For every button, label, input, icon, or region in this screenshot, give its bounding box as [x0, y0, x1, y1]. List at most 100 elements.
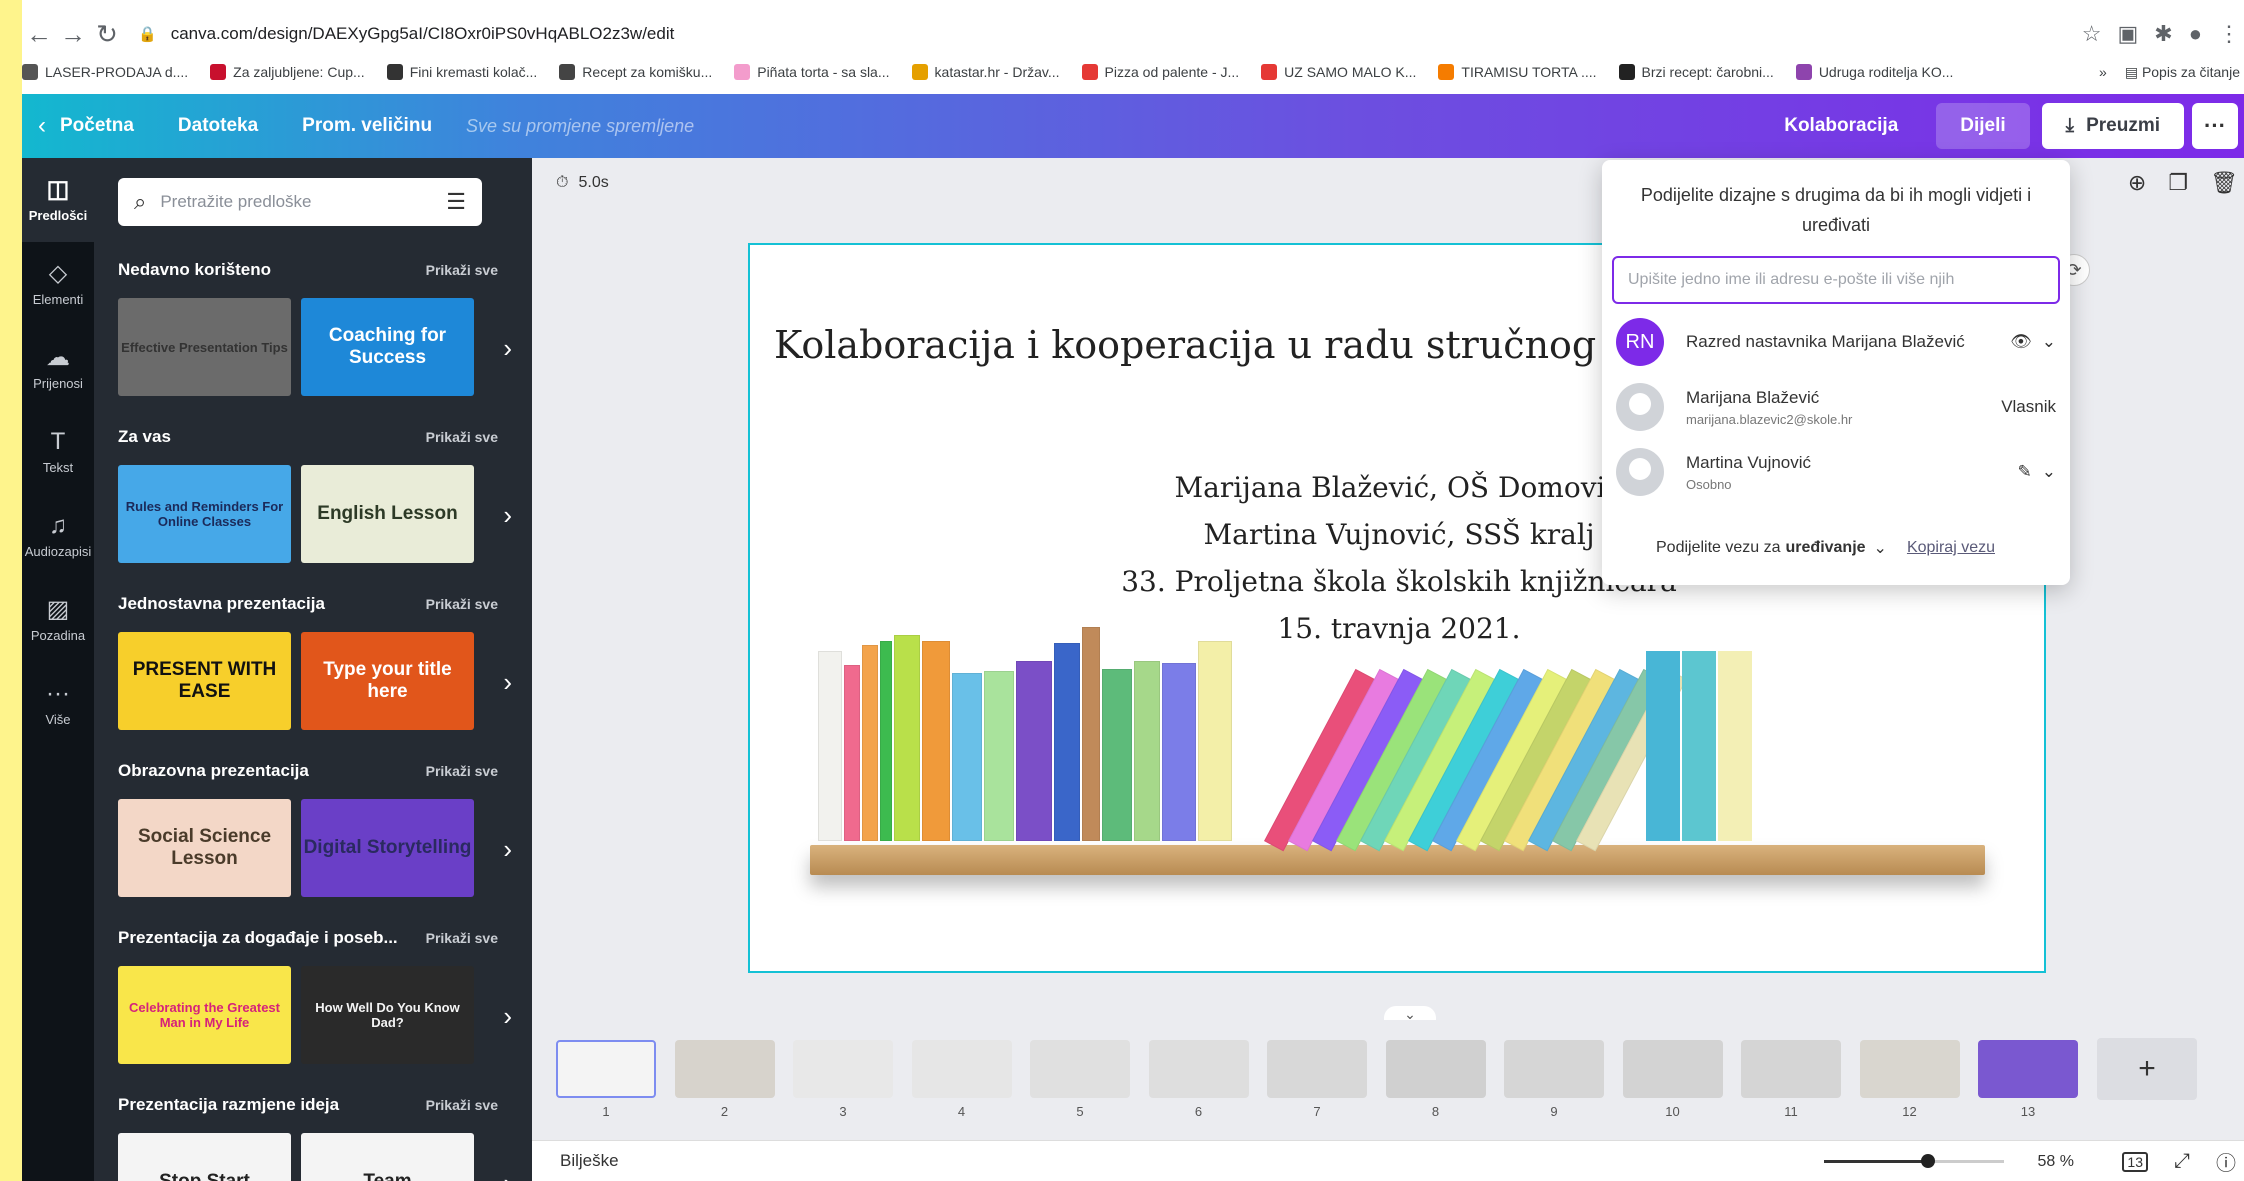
share-email-input[interactable]: Upišite jedno ime ili adresu e-pošte ili…	[1612, 256, 2060, 304]
page-thumbnail[interactable]	[911, 1040, 1012, 1098]
template-thumbnail[interactable]: Team	[301, 1133, 474, 1181]
template-thumbnail[interactable]: PRESENT WITH EASE	[118, 632, 291, 730]
back-icon[interactable]: ←	[22, 19, 56, 50]
rail-item-elements[interactable]: ◇ Elementi	[22, 242, 94, 326]
page-thumbnail[interactable]	[1504, 1040, 1604, 1098]
page-thumbnail[interactable]	[793, 1040, 893, 1098]
bookmark-item[interactable]: TIRAMISU TORTA ....	[1438, 64, 1597, 80]
rail-item-uploads[interactable]: ☁ Prijenosi	[22, 326, 94, 410]
page-thumbnail[interactable]	[1859, 1040, 1960, 1098]
puzzle-icon[interactable]: ✱	[2154, 21, 2172, 47]
chevron-left-icon[interactable]: ‹	[38, 112, 46, 140]
book[interactable]	[844, 665, 860, 841]
book[interactable]	[1054, 643, 1080, 841]
duplicate-icon[interactable]: ❐	[2168, 170, 2188, 196]
see-all-link[interactable]: Prikaži sve	[426, 930, 498, 946]
filter-icon[interactable]: ☰	[446, 189, 466, 215]
page-thumbnail[interactable]	[1030, 1040, 1130, 1098]
book[interactable]	[862, 645, 878, 841]
share-button[interactable]: Dijeli	[1936, 103, 2030, 149]
book[interactable]	[952, 673, 982, 841]
star-icon[interactable]: ☆	[2082, 21, 2102, 47]
bookmark-item[interactable]: Piñata torta - sa sla...	[734, 64, 890, 80]
page-thumbnail[interactable]	[556, 1040, 656, 1098]
person-permission[interactable]: 👁 ⌄	[2010, 332, 2056, 352]
template-thumbnail[interactable]: How Well Do You Know Dad?	[301, 966, 474, 1064]
book[interactable]	[1718, 651, 1752, 841]
page-thumbnail[interactable]	[1978, 1040, 2078, 1098]
chevron-down-icon[interactable]: ⌄	[2042, 462, 2056, 482]
book[interactable]	[880, 641, 892, 841]
add-page-button[interactable]: +	[2097, 1038, 2197, 1100]
home-link[interactable]: Početna	[60, 115, 134, 137]
person-permission[interactable]: ✎ ⌄	[2018, 462, 2057, 482]
bookmark-item[interactable]: katastar.hr - Držav...	[911, 64, 1060, 80]
url-field[interactable]: 🔒 canva.com/design/DAEXyGpg5aI/CI8Oxr0iP…	[138, 24, 674, 44]
delete-icon[interactable]: 🗑	[2210, 170, 2238, 196]
more-options-button[interactable]: ···	[2192, 103, 2238, 149]
reload-icon[interactable]: ↻	[90, 19, 124, 50]
template-thumbnail[interactable]: Celebrating the Greatest Man in My Life	[118, 966, 291, 1064]
see-all-link[interactable]: Prikaži sve	[426, 763, 498, 779]
see-all-link[interactable]: Prikaži sve	[426, 429, 498, 445]
file-menu[interactable]: Datoteka	[178, 115, 258, 137]
bookmark-item[interactable]: UZ SAMO MALO K...	[1261, 64, 1416, 80]
rail-item-text[interactable]: T Tekst	[22, 410, 94, 494]
bookmark-item[interactable]: Udruga roditelja KO...	[1795, 64, 1953, 80]
book[interactable]	[1646, 651, 1680, 841]
page-thumbnail[interactable]	[1741, 1040, 1841, 1098]
bookmark-item[interactable]: Fini kremasti kolač...	[386, 64, 537, 80]
template-thumbnail[interactable]: Effective Presentation Tips	[118, 298, 291, 396]
share-mode-dropdown[interactable]: uređivanje	[1786, 539, 1866, 557]
chevron-right-icon[interactable]: ›	[503, 500, 512, 531]
chevron-right-icon[interactable]: ›	[503, 1168, 512, 1181]
template-thumbnail[interactable]: Stop Start	[118, 1133, 291, 1181]
menu-icon[interactable]: ⋮	[2218, 21, 2240, 47]
book[interactable]	[1682, 651, 1716, 841]
download-button[interactable]: ⤓ Preuzmi	[2041, 103, 2184, 149]
bookshelf[interactable]	[810, 845, 1985, 875]
book[interactable]	[1198, 641, 1232, 841]
chevron-right-icon[interactable]: ›	[503, 834, 512, 865]
template-thumbnail[interactable]: English Lesson	[301, 465, 474, 563]
rail-item-more[interactable]: ··· Više	[22, 662, 94, 746]
collaboration-link[interactable]: Kolaboracija	[1784, 115, 1898, 137]
forward-icon[interactable]: →	[56, 19, 90, 50]
copy-link-button[interactable]: Kopiraj vezu	[1907, 539, 1995, 557]
rail-item-templates[interactable]: ◫ Predlošci	[22, 158, 94, 242]
page-thumbnail[interactable]	[1267, 1040, 1367, 1098]
bookmark-item[interactable]: Recept za komišku...	[559, 64, 712, 80]
bookmark-item[interactable]: Pizza od palente - J...	[1081, 64, 1239, 80]
zoom-value[interactable]: 58 %	[2038, 1153, 2074, 1171]
see-all-link[interactable]: Prikaži sve	[426, 596, 498, 612]
book[interactable]	[1134, 661, 1160, 841]
see-all-link[interactable]: Prikaži sve	[426, 1097, 498, 1113]
page-thumbnail[interactable]	[674, 1040, 775, 1098]
book[interactable]	[922, 641, 950, 841]
bookmark-item[interactable]: Brzi recept: čarobni...	[1618, 64, 1774, 80]
resize-button[interactable]: Prom. veličinu	[302, 115, 432, 137]
template-thumbnail[interactable]: Type your title here	[301, 632, 474, 730]
book[interactable]	[894, 635, 920, 841]
slide-title[interactable]: Kolaboracija i kooperacija u radu stručn…	[774, 323, 1628, 367]
page-thumbnail[interactable]	[1148, 1040, 1249, 1098]
zoom-handle[interactable]	[1920, 1154, 1935, 1168]
book[interactable]	[1082, 627, 1100, 841]
template-thumbnail[interactable]: Rules and Reminders For Online Classes	[118, 465, 291, 563]
zoom-slider[interactable]	[1823, 1154, 2004, 1168]
page-thumbnail[interactable]	[1622, 1040, 1723, 1098]
book[interactable]	[1102, 669, 1132, 841]
book[interactable]	[1016, 661, 1052, 841]
see-all-link[interactable]: Prikaži sve	[426, 262, 498, 278]
fullscreen-icon[interactable]: ⤢	[2174, 1150, 2190, 1173]
book[interactable]	[818, 651, 842, 841]
page-count-icon[interactable]: 13	[2122, 1151, 2148, 1172]
chevron-right-icon[interactable]: ›	[503, 667, 512, 698]
rail-item-background[interactable]: ▨ Pozadina	[22, 578, 94, 662]
person-permission[interactable]: Vlasnik	[2001, 397, 2056, 417]
add-page-icon[interactable]: ⊕	[2128, 170, 2146, 196]
extension-icon[interactable]: ▣	[2117, 21, 2138, 47]
notes-button[interactable]: Bilješke	[560, 1151, 619, 1171]
timer-button[interactable]: ⏱ 5.0s	[556, 174, 609, 192]
chevron-right-icon[interactable]: ›	[503, 1001, 512, 1032]
